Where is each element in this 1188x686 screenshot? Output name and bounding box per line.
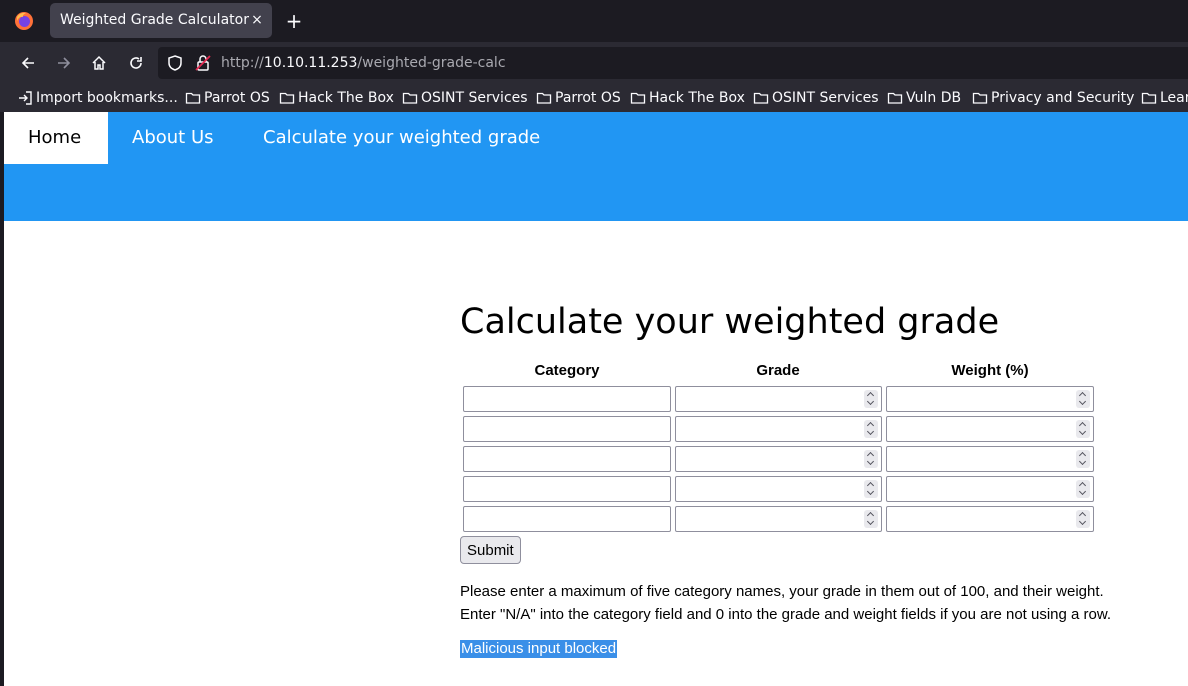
close-tab-icon[interactable]: × — [248, 10, 266, 30]
bookmark-label: Hack The Box — [298, 90, 394, 106]
tab-weighted-grade-calculator[interactable]: Weighted Grade Calculator × — [50, 3, 272, 38]
folder-icon — [1141, 92, 1157, 104]
category-input[interactable] — [463, 416, 671, 442]
bookmark-label: Privacy and Security — [991, 90, 1135, 106]
bookmark-import[interactable]: Import bookmarks... — [17, 88, 178, 108]
bookmark-label: OSINT Services — [421, 90, 528, 106]
result-message: Malicious input blocked — [460, 640, 618, 658]
site-nav-bar: Home About Us Calculate your weighted gr… — [4, 112, 1188, 164]
bookmark-label: OSINT Services — [772, 90, 879, 106]
url-path: /weighted-grade-calc — [357, 55, 506, 71]
folder-icon — [753, 92, 769, 104]
category-input[interactable] — [463, 476, 671, 502]
bookmark-folder-osint-services[interactable]: OSINT Services — [402, 88, 528, 108]
number-spinner-icon[interactable] — [1076, 420, 1090, 438]
bookmark-label: Vuln DB — [906, 90, 962, 106]
folder-icon — [185, 92, 201, 104]
number-spinner-icon[interactable] — [1076, 510, 1090, 528]
folder-icon — [402, 92, 418, 104]
bookmark-folder-learn[interactable]: Lear — [1141, 88, 1188, 108]
grade-column-header: Grade — [756, 362, 800, 379]
weight-input[interactable] — [886, 506, 1094, 532]
nav-home[interactable]: Home — [4, 112, 108, 164]
tracking-protection-shield-icon[interactable] — [166, 54, 184, 76]
number-spinner-icon[interactable] — [1076, 480, 1090, 498]
grade-input[interactable] — [675, 446, 882, 472]
url-scheme: http:// — [221, 55, 264, 71]
category-input[interactable] — [463, 446, 671, 472]
weight-input[interactable] — [886, 446, 1094, 472]
tab-bar: Weighted Grade Calculator × + — [0, 0, 1188, 42]
bookmark-folder-privacy-and-security[interactable]: Privacy and Security — [972, 88, 1134, 108]
url-bar[interactable]: http://10.10.11.253/weighted-grade-calc — [158, 47, 1188, 79]
number-spinner-icon[interactable] — [1076, 390, 1090, 408]
number-spinner-icon[interactable] — [864, 420, 878, 438]
category-input[interactable] — [463, 506, 671, 532]
folder-icon — [972, 92, 988, 104]
page-title: Calculate your weighted grade — [460, 302, 1000, 342]
bookmark-folder-parrot-os[interactable]: Parrot OS — [185, 88, 270, 108]
new-tab-icon[interactable]: + — [283, 10, 305, 32]
grade-input[interactable] — [675, 416, 882, 442]
tab-title: Weighted Grade Calculator — [60, 12, 249, 28]
number-spinner-icon[interactable] — [864, 480, 878, 498]
grade-input[interactable] — [675, 506, 882, 532]
firefox-logo-icon[interactable] — [14, 11, 34, 31]
back-arrow-icon[interactable] — [16, 52, 40, 74]
bookmark-label: Import bookmarks... — [36, 90, 178, 106]
weight-input[interactable] — [886, 386, 1094, 412]
import-icon — [19, 91, 32, 105]
insecure-lock-icon[interactable] — [194, 54, 212, 76]
category-column-header: Category — [534, 362, 600, 379]
instructions-line: Please enter a maximum of five category … — [460, 583, 1104, 600]
folder-icon — [887, 92, 903, 104]
bookmark-label: Parrot OS — [204, 90, 270, 106]
forward-arrow-icon[interactable] — [52, 52, 76, 74]
bookmark-label: Hack The Box — [649, 90, 745, 106]
submit-button[interactable]: Submit — [460, 536, 521, 564]
weight-input[interactable] — [886, 416, 1094, 442]
bookmark-folder-parrot-os-2[interactable]: Parrot OS — [536, 88, 621, 108]
url-text[interactable]: http://10.10.11.253/weighted-grade-calc — [221, 55, 506, 71]
browser-window: Weighted Grade Calculator × + http://10.… — [0, 0, 1188, 686]
number-spinner-icon[interactable] — [864, 510, 878, 528]
folder-icon — [630, 92, 646, 104]
grade-input[interactable] — [675, 386, 882, 412]
bookmark-folder-osint-services-2[interactable]: OSINT Services — [753, 88, 879, 108]
instructions-line: Enter "N/A" into the category field and … — [460, 606, 1112, 623]
bookmarks-toolbar: Import bookmarks... Parrot OS Hack The B… — [0, 84, 1188, 112]
folder-icon — [536, 92, 552, 104]
hero-banner — [4, 164, 1188, 221]
bookmark-folder-hack-the-box[interactable]: Hack The Box — [279, 88, 394, 108]
instructions-text: Please enter a maximum of five category … — [460, 580, 1111, 626]
folder-icon — [279, 92, 295, 104]
weight-input[interactable] — [886, 476, 1094, 502]
category-input[interactable] — [463, 386, 671, 412]
reload-icon[interactable] — [124, 52, 148, 74]
nav-calculate-weighted-grade[interactable]: Calculate your weighted grade — [263, 112, 540, 164]
bookmark-folder-vuln-db[interactable]: Vuln DB — [887, 88, 961, 108]
bookmark-folder-hack-the-box-2[interactable]: Hack The Box — [630, 88, 745, 108]
nav-about-us[interactable]: About Us — [132, 112, 214, 164]
grade-input[interactable] — [675, 476, 882, 502]
bookmark-label: Parrot OS — [555, 90, 621, 106]
url-host: 10.10.11.253 — [263, 55, 358, 71]
number-spinner-icon[interactable] — [1076, 450, 1090, 468]
weight-column-header: Weight (%) — [951, 362, 1029, 379]
home-icon[interactable] — [87, 52, 111, 74]
bookmark-label: Lear — [1160, 90, 1188, 106]
navigation-toolbar: http://10.10.11.253/weighted-grade-calc — [0, 42, 1188, 84]
number-spinner-icon[interactable] — [864, 390, 878, 408]
number-spinner-icon[interactable] — [864, 450, 878, 468]
web-page: Home About Us Calculate your weighted gr… — [4, 112, 1188, 686]
